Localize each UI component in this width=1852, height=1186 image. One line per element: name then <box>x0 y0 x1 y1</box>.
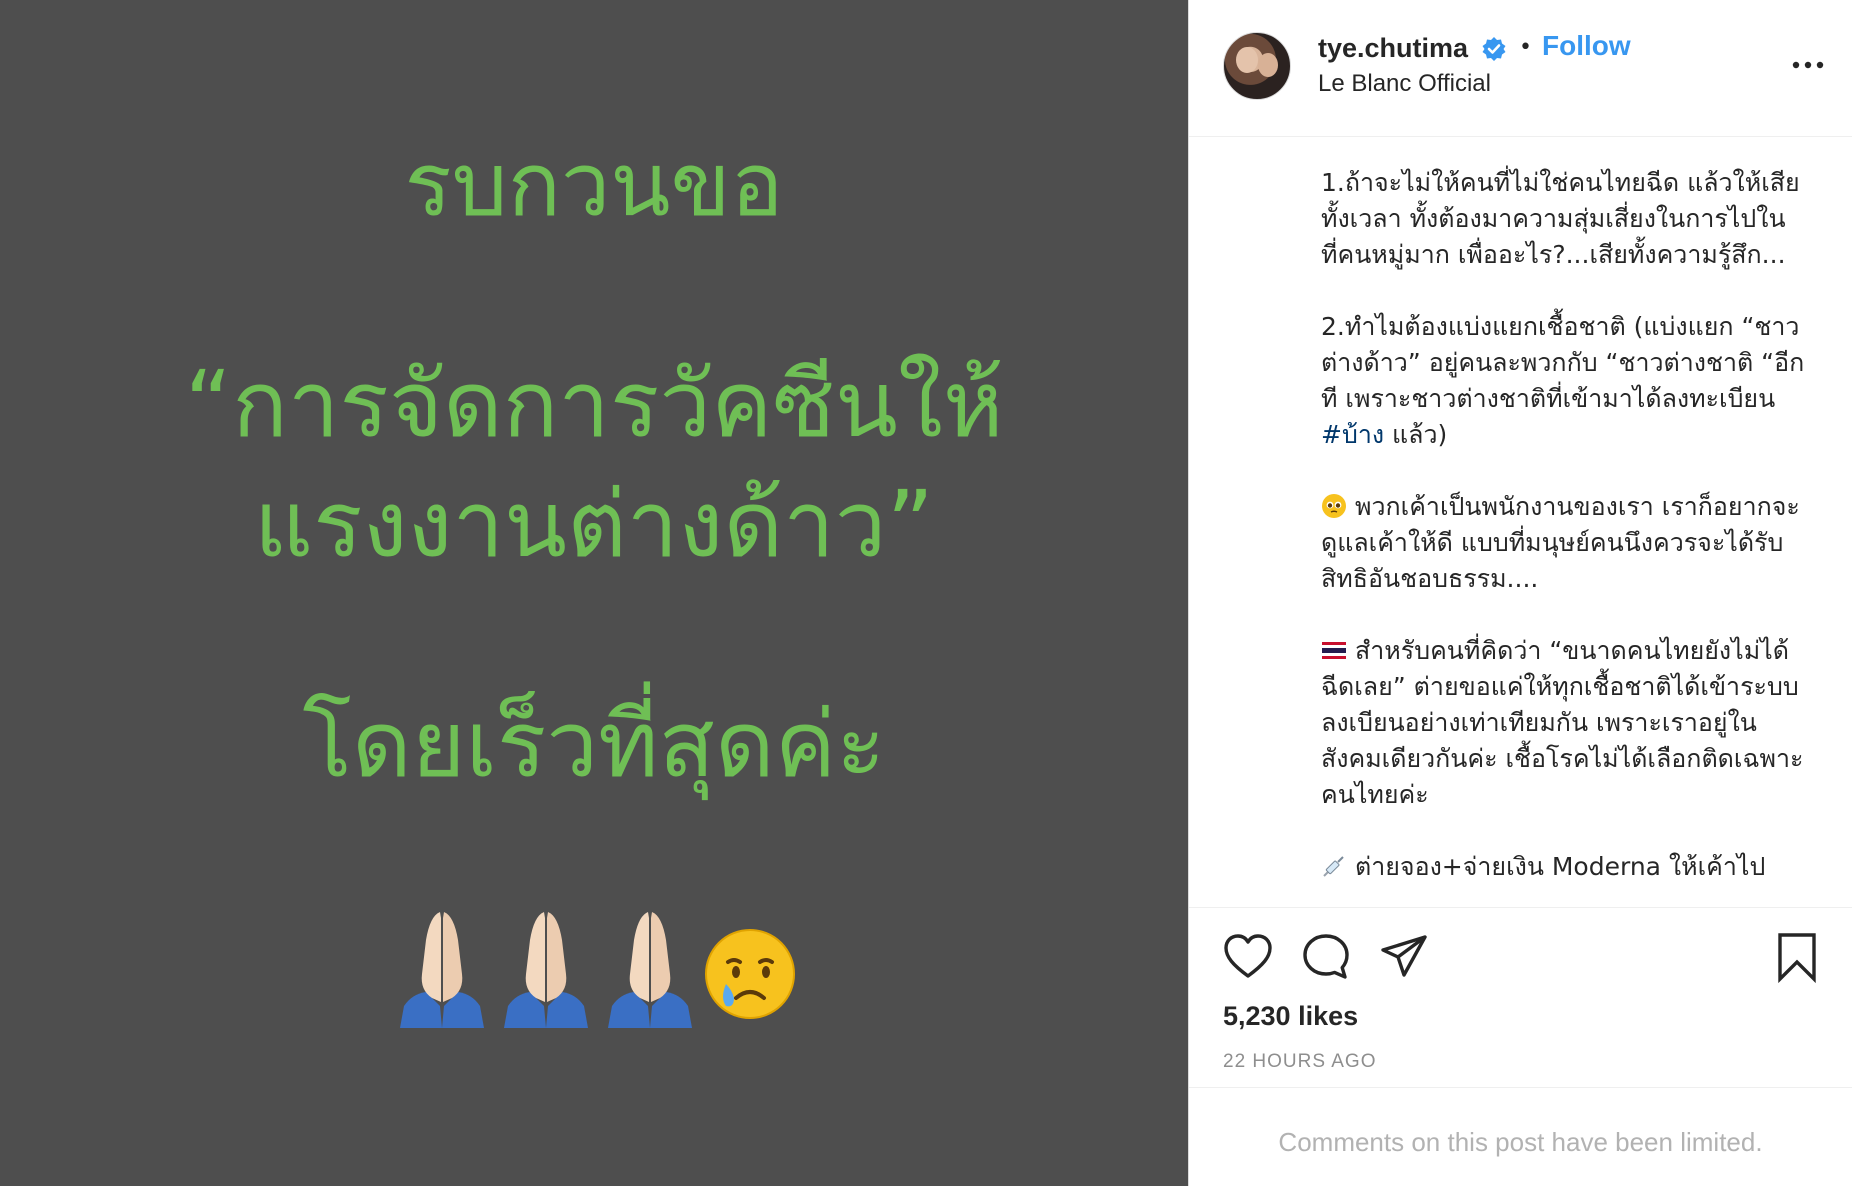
verified-badge-icon <box>1482 37 1506 61</box>
heart-icon[interactable] <box>1221 930 1275 984</box>
caption-paragraph-4: สำหรับคนที่คิดว่า “ขนาดคนไทยยังไม่ได้ ฉี… <box>1321 633 1833 813</box>
caption-line: ทั้งเวลา ทั้งต้องมาความสุ่มเสี่ยงในการไป… <box>1321 204 1786 233</box>
caption-line: สังคมเดียวกันค่ะ เชื้อโรคไม่ได้เลือกติดเ… <box>1321 744 1804 773</box>
caption-text: แล้ว) <box>1384 420 1448 449</box>
location-link[interactable]: Le Blanc Official <box>1318 66 1491 102</box>
caption-line: ต่างด้าว” อยู่คนละพวกกับ “ชาวต่างชาติ “อ… <box>1321 348 1805 377</box>
caption-line: ที เพราะชาวต่างชาติที่เข้ามาได้ลงทะเบียน <box>1321 384 1776 413</box>
hashtag-link[interactable]: #บ้าง <box>1321 420 1384 449</box>
username-link[interactable]: tye.chutima <box>1318 28 1468 68</box>
caption-paragraph-2: 2.ทำไมต้องแบ่งแยกเชื้อชาติ (แบ่งแยก “ชาว… <box>1321 309 1833 453</box>
caption-line: สำหรับคนที่คิดว่า “ขนาดคนไทยยังไม่ได้ <box>1321 633 1833 669</box>
bookmark-icon[interactable] <box>1770 930 1824 984</box>
caption-line: ดูแลเค้าให้ดี แบบที่มนุษย์คนนึงควรจะได้ร… <box>1321 528 1784 557</box>
caption-line: คนไทยค่ะ <box>1321 780 1429 809</box>
avatar[interactable] <box>1223 32 1291 100</box>
caption-paragraph-5: ต่ายจอง+จ่ายเงิน Moderna ให้เค้าไป <box>1321 849 1833 885</box>
folded-hands-icon <box>608 912 692 1028</box>
caption-paragraph-3: พวกเค้าเป็นพนักงานของเรา เราก็อยากจะ ดูแ… <box>1321 489 1833 597</box>
caption-text: สำหรับคนที่คิดว่า “ขนาดคนไทยยังไม่ได้ <box>1355 636 1789 665</box>
post-actions: 5,230 likes 22 HOURS AGO <box>1189 907 1852 1088</box>
caption-text: ต่ายจอง+จ่ายเงิน Moderna ให้เค้าไป <box>1355 852 1766 881</box>
post-timestamp[interactable]: 22 HOURS AGO <box>1223 1048 1377 1076</box>
post-header: tye.chutima • Follow Le Blanc Official <box>1189 0 1852 137</box>
caption-line: ต่ายจอง+จ่ายเงิน Moderna ให้เค้าไป <box>1321 849 1833 885</box>
paper-plane-icon[interactable] <box>1377 930 1431 984</box>
caption-line: ฉีดเลย” ต่ายขอแค่ให้ทุกเชื้อชาติได้เข้าร… <box>1321 672 1799 701</box>
caption-scroll-area[interactable]: 1.ถ้าจะไม่ให้คนที่ไม่ใช่คนไทยฉีด แล้วให้… <box>1189 137 1852 907</box>
folded-hands-icon <box>504 912 588 1028</box>
folded-hands-icon <box>400 912 484 1028</box>
caption-line: พวกเค้าเป็นพนักงานของเรา เราก็อยากจะ <box>1321 489 1833 525</box>
likes-count[interactable]: 5,230 likes <box>1223 996 1358 1036</box>
post-image-line-3: แรงงานต่างด้าว” <box>253 471 935 578</box>
more-options-icon[interactable] <box>1788 48 1828 82</box>
caption-line: #บ้าง แล้ว) <box>1321 417 1833 453</box>
pleading-face-icon <box>1322 494 1346 518</box>
post-caption: 1.ถ้าจะไม่ให้คนที่ไม่ใช่คนไทยฉีด แล้วให้… <box>1321 165 1833 907</box>
caption-line: 1.ถ้าจะไม่ให้คนที่ไม่ใช่คนไทยฉีด แล้วให้… <box>1321 168 1800 197</box>
caption-line: 2.ทำไมต้องแบ่งแยกเชื้อชาติ (แบ่งแยก “ชาว <box>1321 312 1800 341</box>
crying-face-icon <box>705 929 795 1019</box>
comments-section: Comments on this post have been limited. <box>1189 1087 1852 1186</box>
header-separator: • <box>1519 35 1532 60</box>
caption-line: ที่คนหมู่มาก เพื่ออะไร?...เสียทั้งความรู… <box>1321 240 1786 269</box>
post-image-line-4: โดยเร็วที่สุดค่ะ <box>302 691 886 798</box>
post-image-line-2: “การจัดการวัคซีนให้ <box>184 351 1004 458</box>
follow-button[interactable]: Follow <box>1542 26 1631 66</box>
post-image-emoji-row <box>0 910 1188 1028</box>
caption-paragraph-1: 1.ถ้าจะไม่ให้คนที่ไม่ใช่คนไทยฉีด แล้วให้… <box>1321 165 1833 273</box>
syringe-icon <box>1323 856 1344 877</box>
comment-icon[interactable] <box>1299 930 1353 984</box>
caption-text: พวกเค้าเป็นพนักงานของเรา เราก็อยากจะ <box>1355 492 1800 521</box>
post-image[interactable]: รบกวนขอ “การจัดการวัคซีนให้ แรงงานต่างด้… <box>0 0 1188 1186</box>
caption-line: สิทธิอันชอบธรรม.... <box>1321 564 1539 593</box>
comments-limited-notice: Comments on this post have been limited. <box>1278 1127 1763 1157</box>
caption-line: ลงเบียนอย่างเท่าเทียมกัน เพราะเราอยู่ใน <box>1321 708 1757 737</box>
post-image-line-1: รบกวนขอ <box>404 133 784 236</box>
thailand-flag-icon <box>1322 642 1346 659</box>
post-side-panel: tye.chutima • Follow Le Blanc Official 1… <box>1188 0 1852 1186</box>
